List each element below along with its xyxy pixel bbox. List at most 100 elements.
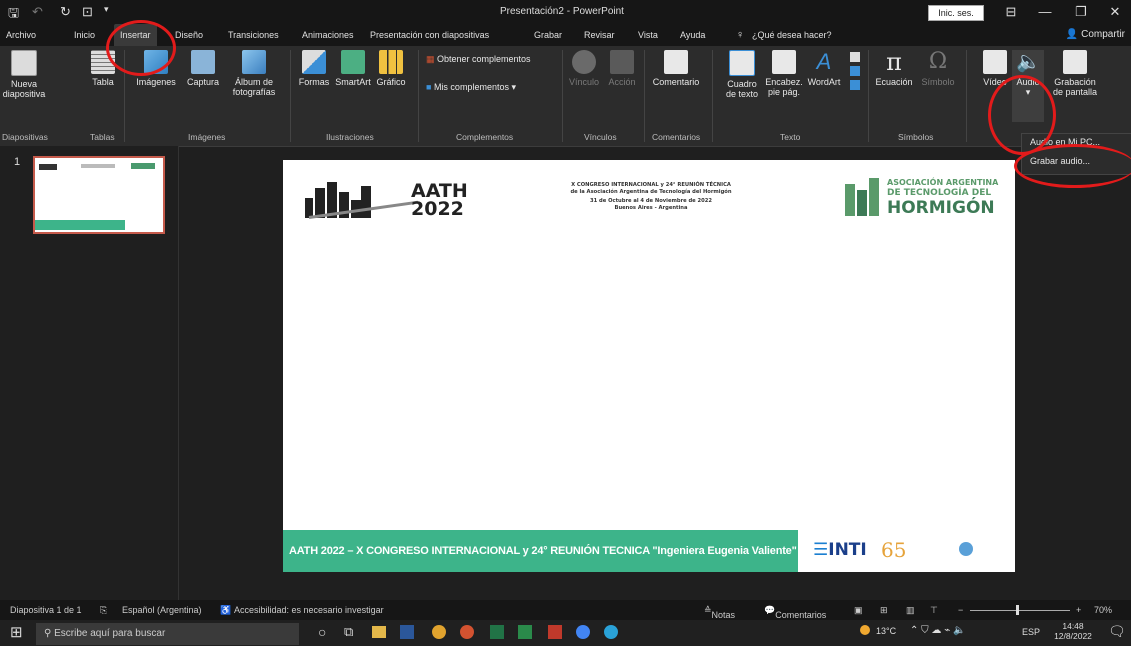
word-icon[interactable] xyxy=(400,625,414,639)
edge-icon[interactable] xyxy=(604,625,618,639)
clock-date: 12/8/2022 xyxy=(1054,631,1092,641)
tab-diseno[interactable]: Diseño xyxy=(175,24,203,46)
comentario-button[interactable]: Comentario xyxy=(650,50,702,87)
lightbulb-icon: ♀ xyxy=(736,29,745,41)
clock[interactable]: 14:48 12/8/2022 xyxy=(1052,621,1094,641)
notification-icon[interactable]: 🗨 xyxy=(1108,623,1126,640)
album-button[interactable]: Álbum de fotografías xyxy=(226,50,282,97)
save-icon[interactable]: 🖫 xyxy=(8,4,19,20)
zoom-thumb[interactable] xyxy=(1016,605,1019,615)
zoom-out-icon[interactable]: − xyxy=(958,605,963,615)
new-slide-icon xyxy=(11,50,37,76)
spellcheck-icon[interactable]: ⎘ xyxy=(100,605,107,616)
chrome-icon[interactable] xyxy=(432,625,446,639)
thumb-header xyxy=(81,164,115,168)
windows-start-icon[interactable]: ⊞ xyxy=(10,623,23,641)
tab-inicio[interactable]: Inicio xyxy=(74,24,95,46)
encabezado-button[interactable]: Encabez. pie pág. xyxy=(764,50,804,97)
comments-button[interactable]: 💬 Comentarios xyxy=(764,605,826,620)
pi-icon: π xyxy=(886,48,902,76)
label: SmartArt xyxy=(335,77,371,87)
cuadro-texto-button[interactable]: Cuadro de texto xyxy=(722,50,762,99)
link-icon xyxy=(572,50,596,74)
group-simbolos: Símbolos xyxy=(898,132,934,142)
cortana-icon[interactable]: ○ xyxy=(318,624,326,640)
reading-view-icon[interactable]: ▥ xyxy=(906,605,915,616)
file-explorer-icon[interactable] xyxy=(372,626,386,638)
share-button[interactable]: 👤 Compartir xyxy=(1066,24,1125,46)
ribbon-display-icon[interactable]: ⊟ xyxy=(996,3,1026,21)
chrome-alt-icon[interactable] xyxy=(576,625,590,639)
tab-revisar[interactable]: Revisar xyxy=(584,24,615,46)
accion-button[interactable]: Acción xyxy=(604,50,640,87)
customize-qat-icon[interactable]: ▾ xyxy=(104,4,109,20)
slide-thumbnail[interactable] xyxy=(33,156,165,234)
powerpoint-icon[interactable] xyxy=(460,625,474,639)
smartart-button[interactable]: SmartArt xyxy=(333,50,373,87)
label: Comentario xyxy=(652,77,700,87)
slide-sorter-icon[interactable]: ⊞ xyxy=(880,605,888,616)
label: Encabez. xyxy=(765,77,803,87)
close-icon[interactable]: ✕ xyxy=(1100,3,1130,21)
tell-me-input[interactable]: ¿Qué desea hacer? xyxy=(752,24,832,46)
tab-grabar[interactable]: Grabar xyxy=(534,24,562,46)
grafico-button[interactable]: Gráfico xyxy=(373,50,409,87)
slide-canvas[interactable]: AATH 2022 X CONGRESO INTERNACIONAL y 24°… xyxy=(283,160,1015,572)
weather-icon[interactable] xyxy=(860,625,870,635)
signin-button[interactable]: Inic. ses. xyxy=(928,5,984,21)
annotation-circle-grabar-audio xyxy=(1014,144,1131,188)
assoc-line: ASOCIACIÓN ARGENTINA xyxy=(887,178,999,187)
obtener-complementos-button[interactable]: ▦ Obtener complementos xyxy=(426,54,556,64)
tab-presentacion[interactable]: Presentación con diapositivas xyxy=(370,24,489,46)
redo-icon[interactable]: ↻ xyxy=(60,4,71,20)
notes-button[interactable]: ≙ Notas xyxy=(704,605,735,620)
nueva-diapositiva-button[interactable]: Nueva diapositiva xyxy=(2,50,46,99)
accessibility-status[interactable]: Accesibilidad: es necesario investigar xyxy=(234,605,384,615)
undo-icon[interactable]: ↶ xyxy=(32,4,43,20)
tab-animaciones[interactable]: Animaciones xyxy=(302,24,354,46)
slideshow-icon[interactable]: ⊤ xyxy=(930,605,938,616)
task-view-icon[interactable]: ⧉ xyxy=(344,624,353,640)
simbolo-button[interactable]: Ω Símbolo xyxy=(918,50,958,88)
temperature[interactable]: 13°C xyxy=(876,626,896,636)
ecuacion-button[interactable]: π Ecuación xyxy=(874,50,914,87)
tab-transiciones[interactable]: Transiciones xyxy=(228,24,279,46)
thumbnail-number: 1 xyxy=(14,156,21,168)
notes-label: Notas xyxy=(711,610,736,620)
tray-icons[interactable]: ⌃ ⛉ ☁ ⌁ 🔈 xyxy=(910,625,965,636)
text-extras-button[interactable] xyxy=(848,50,862,94)
taskbar-search-input[interactable]: ⚲ Escribe aquí para buscar xyxy=(36,623,299,645)
normal-view-icon[interactable]: ▣ xyxy=(854,605,863,616)
zoom-in-icon[interactable]: + xyxy=(1076,605,1081,615)
tab-ayuda[interactable]: Ayuda xyxy=(680,24,705,46)
label: Acción xyxy=(608,77,636,87)
vinculo-button[interactable]: Vínculo xyxy=(566,50,602,87)
minimize-icon[interactable]: — xyxy=(1030,3,1060,21)
action-icon xyxy=(610,50,634,74)
mis-complementos-button[interactable]: ■ Mis complementos ▾ xyxy=(426,82,556,92)
aath-logo xyxy=(305,174,419,226)
grabacion-pantalla-button[interactable]: Grabación de pantalla xyxy=(1048,50,1102,97)
group-diapositivas: Diapositivas xyxy=(2,132,48,142)
app-icon[interactable] xyxy=(518,625,532,639)
zoom-level[interactable]: 70% xyxy=(1094,605,1112,615)
shapes-icon xyxy=(302,50,326,74)
tab-vista[interactable]: Vista xyxy=(638,24,658,46)
label: Imágenes xyxy=(136,77,176,87)
excel-icon[interactable] xyxy=(490,625,504,639)
wordart-button[interactable]: A WordArt xyxy=(804,50,844,88)
comment-icon xyxy=(664,50,688,74)
tab-archivo[interactable]: Archivo xyxy=(6,24,36,46)
present-from-start-icon[interactable]: ⊡ xyxy=(82,4,93,20)
captura-button[interactable]: Captura xyxy=(183,50,223,87)
acrobat-icon[interactable] xyxy=(548,625,562,639)
search-icon: ⚲ xyxy=(44,628,55,639)
language-indicator[interactable]: Español (Argentina) xyxy=(122,605,202,615)
formas-button[interactable]: Formas xyxy=(296,50,332,87)
input-language[interactable]: ESP xyxy=(1022,627,1040,637)
label: diapositiva xyxy=(2,89,46,99)
date-icon xyxy=(850,52,860,62)
maximize-icon[interactable]: ❐ xyxy=(1066,3,1096,21)
zoom-slider[interactable] xyxy=(970,610,1070,611)
status-bar: Diapositiva 1 de 1 ⎘ Español (Argentina)… xyxy=(0,600,1131,620)
